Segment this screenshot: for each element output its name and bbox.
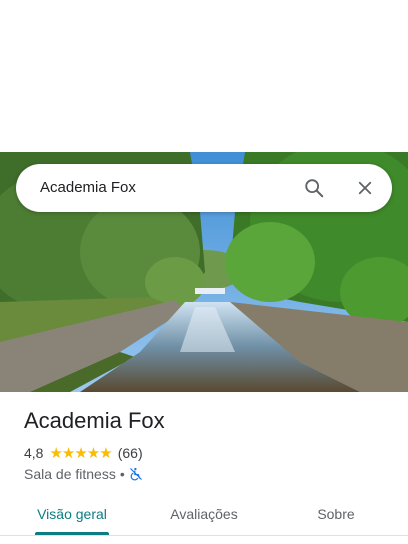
not-wheelchair-accessible-icon	[129, 467, 143, 481]
rating-row[interactable]: 4,8 ★★★★★ (66)	[24, 444, 143, 462]
rating-value: 4,8	[24, 445, 44, 461]
place-category: Sala de fitness	[24, 466, 116, 482]
tabs-divider	[0, 535, 408, 536]
review-count: (66)	[117, 445, 143, 461]
search-bar[interactable]: Academia Fox	[16, 164, 392, 212]
place-tabs: Visão geral Avaliações Sobre	[0, 492, 408, 536]
tab-reviews[interactable]: Avaliações	[152, 492, 256, 536]
close-icon[interactable]	[353, 176, 377, 200]
separator-dot: •	[119, 466, 125, 482]
star-rating-icons: ★★★★★	[49, 445, 112, 462]
tab-overview[interactable]: Visão geral	[20, 492, 124, 536]
category-row: Sala de fitness •	[24, 466, 143, 482]
search-icon[interactable]	[302, 176, 326, 200]
search-input[interactable]: Academia Fox	[40, 164, 136, 212]
place-title: Academia Fox	[24, 408, 165, 433]
tab-about[interactable]: Sobre	[284, 492, 388, 536]
